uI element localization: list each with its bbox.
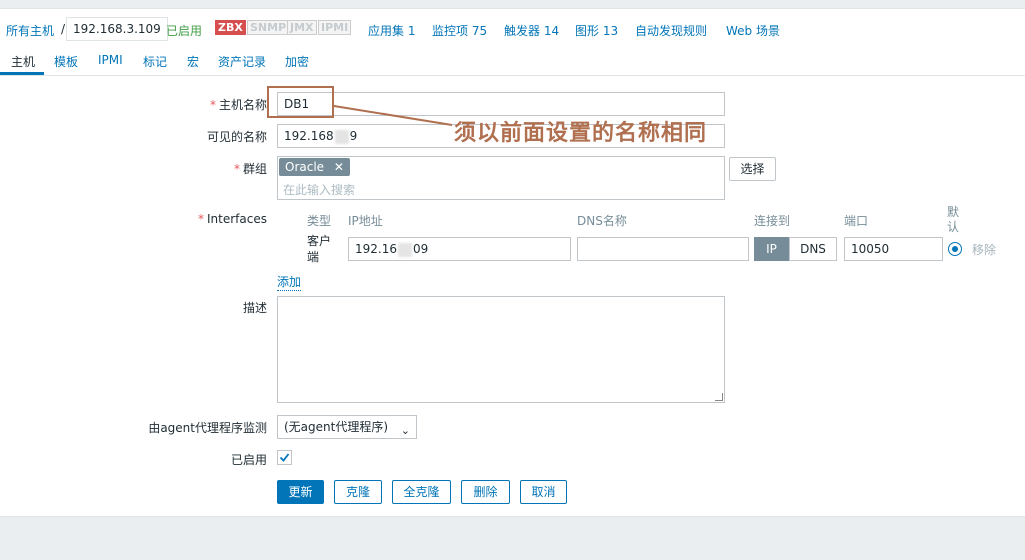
host-name-label-text: 主机名称 bbox=[218, 98, 267, 112]
host-status-enabled[interactable]: 已启用 bbox=[166, 22, 202, 39]
annotation-highlight-box bbox=[267, 86, 334, 118]
iface-dns-input[interactable] bbox=[577, 237, 749, 261]
add-interface-link[interactable]: 添加 bbox=[277, 273, 302, 291]
content-panel bbox=[0, 8, 1025, 517]
remove-interface-link[interactable]: 移除 bbox=[972, 241, 996, 258]
all-hosts-link[interactable]: 所有主机 bbox=[6, 22, 54, 39]
enabled-label: 已启用 bbox=[230, 453, 267, 467]
description-label: 描述 bbox=[242, 301, 267, 315]
triggers-link[interactable]: 触发器 14 bbox=[504, 22, 559, 39]
group-tag-oracle: Oracle ✕ bbox=[279, 158, 350, 176]
tab-tags[interactable]: 标记 bbox=[143, 53, 167, 70]
connect-dns-toggle[interactable]: DNS bbox=[789, 237, 837, 261]
zbx-badge: ZBX bbox=[215, 20, 246, 35]
delete-button[interactable]: 删除 bbox=[461, 480, 510, 504]
iface-ip-input[interactable]: 192.16 09 bbox=[348, 237, 571, 261]
select-groups-button[interactable]: 选择 bbox=[729, 157, 776, 181]
iface-col-dns: DNS名称 bbox=[577, 214, 627, 228]
iface-col-type: 类型 bbox=[307, 214, 332, 228]
iface-col-port: 端口 bbox=[844, 214, 869, 228]
tag-remove-icon[interactable]: ✕ bbox=[334, 160, 344, 174]
iface-ip-suffix: 09 bbox=[413, 242, 429, 256]
tab-macros[interactable]: 宏 bbox=[187, 53, 199, 70]
tab-ipmi[interactable]: IPMI bbox=[98, 53, 123, 67]
graphs-link[interactable]: 图形 13 bbox=[575, 22, 618, 39]
required-marker: * bbox=[233, 162, 240, 176]
visible-name-suffix: 9 bbox=[349, 129, 358, 143]
annotation-arrow bbox=[333, 105, 453, 126]
interfaces-label: * Interfaces bbox=[150, 212, 267, 226]
iface-col-default: 默认 bbox=[947, 205, 960, 234]
checkmark-icon bbox=[279, 453, 290, 462]
interfaces-label-text: Interfaces bbox=[207, 212, 267, 226]
groups-label: * 群组 bbox=[150, 160, 267, 177]
groups-label-text: 群组 bbox=[242, 162, 267, 176]
tab-inventory[interactable]: 资产记录 bbox=[218, 53, 266, 70]
cancel-button[interactable]: 取消 bbox=[520, 480, 567, 504]
tab-encryption[interactable]: 加密 bbox=[285, 53, 309, 70]
group-tag-label: Oracle bbox=[285, 160, 325, 174]
description-textarea[interactable] bbox=[277, 296, 725, 403]
update-button[interactable]: 更新 bbox=[277, 480, 324, 504]
iface-port-input[interactable]: 10050 bbox=[844, 237, 943, 261]
clone-button[interactable]: 克隆 bbox=[334, 480, 382, 504]
ipmi-badge: IPMI bbox=[318, 20, 352, 35]
jmx-badge: JMX bbox=[287, 20, 317, 35]
breadcrumb-separator: / bbox=[61, 22, 66, 36]
snmp-badge: SNMP bbox=[247, 20, 290, 35]
full-clone-button[interactable]: 全克隆 bbox=[392, 480, 451, 504]
iface-ip-prefix: 192.16 bbox=[355, 242, 397, 256]
redaction-blur bbox=[334, 129, 349, 144]
required-marker: * bbox=[198, 212, 205, 226]
web-scenarios-link[interactable]: Web 场景 bbox=[726, 22, 780, 39]
iface-type-agent: 客户端 bbox=[307, 234, 332, 264]
tab-templates[interactable]: 模板 bbox=[54, 53, 78, 70]
host-edit-page: 所有主机 / 192.168.3.109 已启用 ZBX SNMP JMX IP… bbox=[0, 0, 1025, 560]
applications-link[interactable]: 应用集 1 bbox=[368, 22, 415, 39]
host-name-label: * 主机名称 bbox=[150, 96, 267, 113]
annotation-text: 须以前面设置的名称相同 bbox=[454, 121, 708, 146]
proxy-select[interactable]: (无agent代理程序) ⌄ bbox=[277, 415, 417, 439]
tab-divider bbox=[0, 75, 1025, 76]
visible-name-label: 可见的名称 bbox=[206, 130, 267, 144]
default-interface-radio[interactable] bbox=[948, 242, 962, 256]
tab-host[interactable]: 主机 bbox=[11, 53, 35, 70]
discovery-rules-link[interactable]: 自动发现规则 bbox=[635, 22, 707, 39]
enabled-checkbox[interactable] bbox=[277, 450, 292, 465]
resize-handle[interactable] bbox=[715, 393, 723, 401]
items-link[interactable]: 监控项 75 bbox=[432, 22, 487, 39]
chevron-down-icon: ⌄ bbox=[400, 424, 410, 437]
breadcrumb: 所有主机 / 192.168.3.109 已启用 ZBX SNMP JMX IP… bbox=[0, 8, 1025, 44]
redaction-blur bbox=[398, 242, 412, 257]
groups-search-placeholder[interactable]: 在此输入搜索 bbox=[283, 181, 355, 198]
required-marker: * bbox=[209, 98, 216, 112]
connect-ip-toggle[interactable]: IP bbox=[754, 237, 789, 261]
visible-name-prefix: 192.168 bbox=[284, 129, 334, 143]
current-host-crumb: 192.168.3.109 bbox=[66, 17, 168, 41]
proxy-select-value: (无agent代理程序) bbox=[284, 420, 389, 434]
proxy-label: 由agent代理程序监测 bbox=[148, 421, 267, 435]
iface-col-ip: IP地址 bbox=[348, 214, 383, 228]
iface-col-connect: 连接到 bbox=[754, 214, 791, 228]
